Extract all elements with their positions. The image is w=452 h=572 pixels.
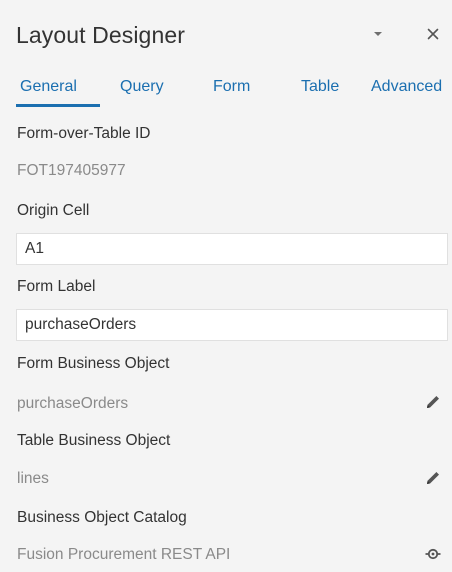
table-business-object-value: lines: [17, 470, 49, 487]
pencil-icon: [427, 472, 439, 484]
form-over-table-id-label: Form-over-Table ID: [17, 125, 151, 142]
form-label-label: Form Label: [17, 278, 96, 295]
form-business-object-value: purchaseOrders: [17, 395, 129, 412]
caret-down-icon: [374, 32, 382, 36]
origin-cell-field[interactable]: [16, 233, 448, 265]
form-label-input[interactable]: [17, 310, 447, 340]
tab-bar: General Query Form Table Advanced: [0, 68, 452, 108]
tab-advanced[interactable]: Advanced: [371, 78, 442, 96]
pencil-icon: [427, 396, 439, 408]
service-icon: [425, 548, 441, 560]
edit-table-business-object-button[interactable]: [422, 467, 444, 489]
business-object-catalog-label: Business Object Catalog: [17, 509, 187, 526]
origin-cell-label: Origin Cell: [17, 202, 90, 219]
tab-form[interactable]: Form: [213, 78, 250, 96]
tab-query[interactable]: Query: [120, 78, 164, 96]
edit-form-business-object-button[interactable]: [422, 391, 444, 413]
table-business-object-label: Table Business Object: [17, 432, 171, 449]
form-business-object-label: Form Business Object: [17, 355, 170, 372]
tab-general[interactable]: General: [20, 78, 77, 96]
form-over-table-id-value: FOT197405977: [17, 162, 126, 179]
catalog-service-button[interactable]: [422, 543, 444, 565]
close-button[interactable]: [421, 22, 445, 46]
business-object-catalog-value: Fusion Procurement REST API: [17, 546, 231, 563]
close-icon: [427, 28, 439, 40]
origin-cell-input[interactable]: [17, 234, 447, 264]
form-label-field[interactable]: [16, 309, 448, 341]
tab-table[interactable]: Table: [301, 78, 339, 96]
active-tab-indicator: [16, 104, 100, 107]
panel-menu-button[interactable]: [366, 22, 390, 46]
panel-title: Layout Designer: [16, 22, 185, 48]
panel-header: Layout Designer: [0, 0, 452, 66]
